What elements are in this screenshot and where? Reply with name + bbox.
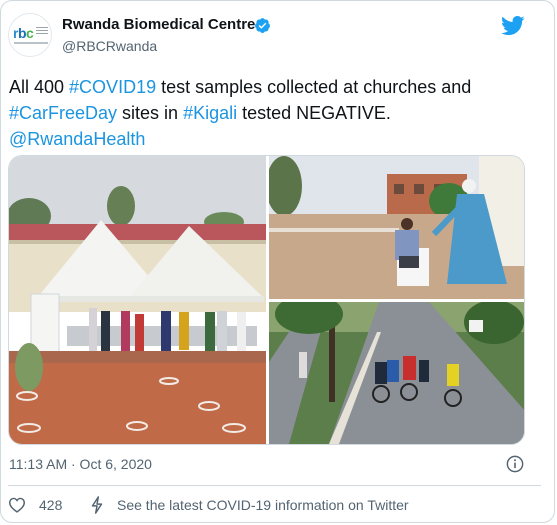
tweet-card[interactable]: rbc Rwanda Biomedical Centre @RBCRwanda … bbox=[0, 0, 555, 523]
hashtag-kigali-link[interactable]: #Kigali bbox=[183, 103, 237, 123]
text-segment: test samples collected at churches and bbox=[156, 77, 472, 97]
text-segment: tested NEGATIVE. bbox=[237, 103, 391, 123]
avatar-logo-text: rbc bbox=[13, 25, 34, 41]
heart-icon[interactable] bbox=[8, 497, 26, 513]
divider bbox=[8, 485, 541, 486]
avatar-tagline bbox=[14, 42, 48, 44]
avatar-logo-lines bbox=[36, 27, 48, 36]
tweet-timestamp[interactable]: 11:13 AM · Oct 6, 2020 bbox=[9, 456, 152, 472]
verified-badge-icon bbox=[255, 18, 270, 33]
text-segment: All 400 bbox=[9, 77, 70, 97]
info-icon[interactable] bbox=[506, 455, 524, 473]
photo-car-free-day[interactable] bbox=[269, 302, 524, 444]
account-name[interactable]: Rwanda Biomedical Centre bbox=[62, 16, 255, 33]
twitter-bird-icon[interactable] bbox=[501, 16, 525, 36]
like-count[interactable]: 428 bbox=[39, 497, 62, 513]
photo-sample-collection[interactable] bbox=[269, 156, 524, 299]
text-segment: sites in bbox=[117, 103, 184, 123]
hashtag-carfreeday-link[interactable]: #CarFreeDay bbox=[9, 103, 117, 123]
account-handle[interactable]: @RBCRwanda bbox=[62, 38, 157, 54]
tweet-text: All 400 #COVID19 test samples collected … bbox=[9, 74, 539, 152]
hashtag-covid19-link[interactable]: #COVID19 bbox=[69, 77, 156, 97]
mention-rwandahealth-link[interactable]: @RwandaHealth bbox=[9, 129, 145, 149]
avatar[interactable]: rbc bbox=[8, 13, 52, 57]
bolt-icon bbox=[91, 496, 103, 514]
media-grid[interactable] bbox=[8, 155, 525, 445]
photo-church-tents[interactable] bbox=[9, 156, 266, 444]
covid-info-link[interactable]: See the latest COVID-19 information on T… bbox=[117, 497, 409, 513]
